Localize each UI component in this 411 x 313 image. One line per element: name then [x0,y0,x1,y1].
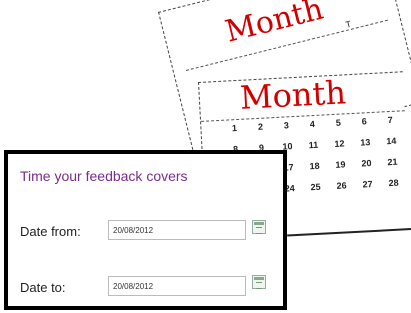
calendar-day: 5 [335,117,342,128]
calendar-day: 13 [360,137,371,148]
calendar-day: 20 [361,158,372,169]
weekday-letter: T [344,18,353,30]
month-heading-back: Month [221,0,327,50]
calendar-day: 18 [309,160,320,172]
calendar-day: 12 [334,138,345,149]
feedback-date-panel: Time your feedback covers Date from: Dat… [4,150,287,310]
divider [287,228,411,237]
calendar-day: 14 [386,135,397,147]
date-from-label: Date from: [20,224,81,239]
date-to-input[interactable] [108,276,246,296]
calendar-day: 7 [387,114,394,126]
calendar-day: 25 [310,181,321,193]
panel-title: Time your feedback covers [20,168,188,184]
calendar-day: 1 [231,123,238,134]
date-to-label: Date to: [20,280,66,295]
calendar-day: 3 [283,120,290,131]
calendar-day: 6 [361,116,368,127]
calendar-day: 28 [388,177,399,189]
calendar-day: 27 [362,179,373,190]
calendar-day: 21 [387,156,398,168]
date-from-input[interactable] [108,220,246,240]
calendar-day: 11 [308,139,319,151]
calendar-day: 2 [257,121,264,132]
calendar-day: 26 [336,180,347,191]
calendar-picker-icon[interactable] [252,275,266,289]
calendar-day: 19 [335,159,346,170]
calendar-picker-icon[interactable] [252,220,266,234]
month-heading-front: Month [238,73,347,117]
calendar-day: 4 [309,118,316,130]
